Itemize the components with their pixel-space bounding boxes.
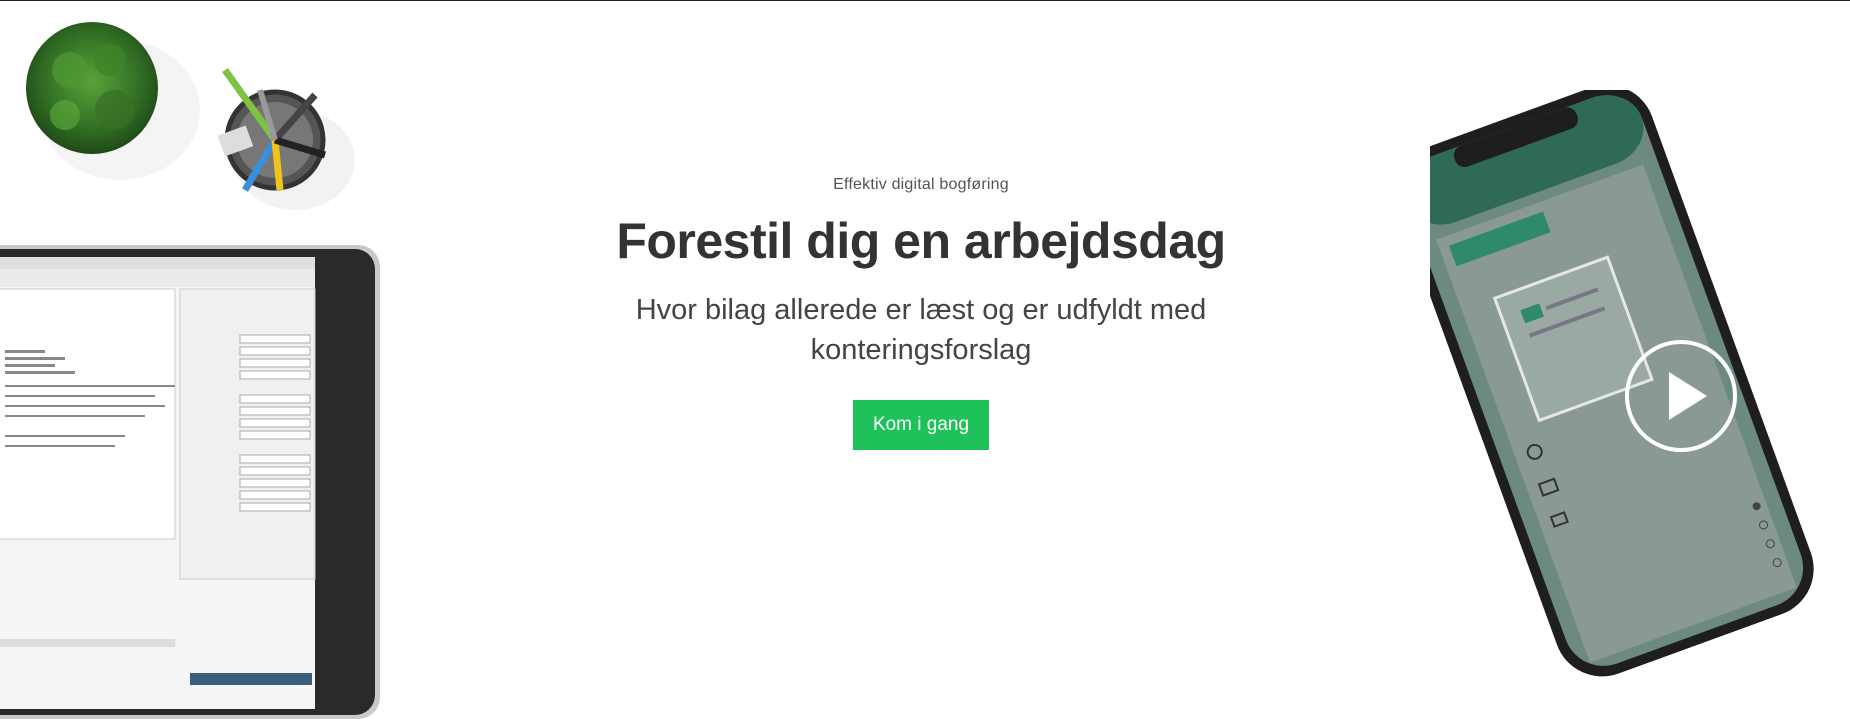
- video-play-button[interactable]: [1625, 340, 1737, 452]
- pen-holder-image: [217, 67, 355, 210]
- hero-headline: Forestil dig en arbejdsdag: [616, 213, 1226, 269]
- top-border: [0, 0, 1850, 1]
- plant-image: [26, 22, 200, 180]
- hero-eyebrow: Effektiv digital bogføring: [833, 176, 1009, 193]
- hero-section: Effektiv digital bogføring Forestil dig …: [560, 150, 1282, 450]
- hero-subline-line-1: Hvor bilag allerede er læst og er udfyld…: [635, 294, 1207, 326]
- laptop-image: [0, 245, 380, 719]
- play-icon: [1669, 372, 1707, 420]
- hero-subline: Hvor bilag allerede er læst og er udfyld…: [560, 290, 1282, 370]
- hero-subline-line-2: konteringsforslag: [810, 334, 1032, 366]
- get-started-button[interactable]: Kom i gang: [852, 400, 990, 450]
